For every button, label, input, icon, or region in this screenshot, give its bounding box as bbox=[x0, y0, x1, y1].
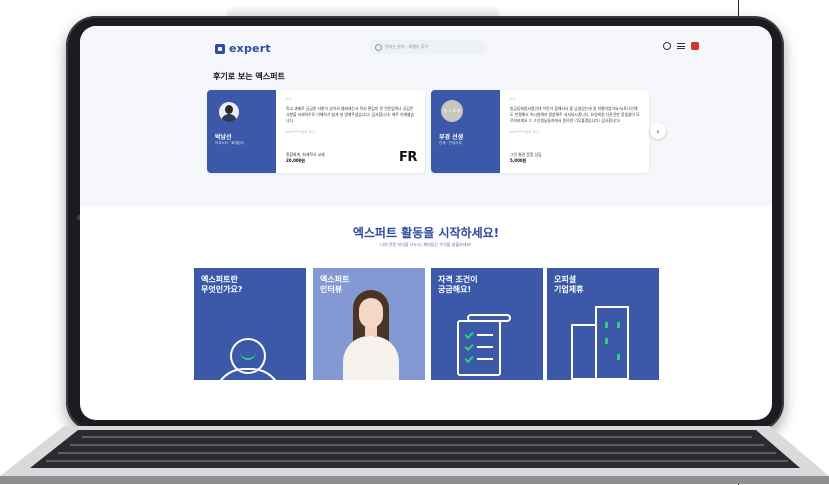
search-input[interactable]: 원하는 분야 · 레벨이 찾기 bbox=[369, 40, 487, 54]
review-card[interactable]: 용 스 회 에 부경 선생 관세 · 관세사무 “” 방금등회원서원인데 이런거… bbox=[431, 90, 649, 173]
review-text: 방금등회원서원인데 이런거 참해서서 좀 낯설었는데 정 하행가업이요!뉴토너인… bbox=[510, 106, 640, 123]
checklist-icon bbox=[457, 320, 501, 376]
review-card[interactable]: 박남선 이코노미 · 회계감사 “” 학교 과제로 궁금한 사항이 있어서 클래… bbox=[207, 90, 425, 173]
tile-label: 엑스퍼트 인터뷰 bbox=[320, 275, 350, 294]
expert-profile: 용 스 회 에 부경 선생 관세 · 관세사무 bbox=[431, 90, 500, 173]
brand-logo: FR bbox=[399, 150, 417, 165]
cta-subtitle: 나의 전문 지식을 나누고, 재미있는 수익을 창출하세요! bbox=[380, 242, 472, 247]
menu-icon[interactable] bbox=[677, 43, 685, 49]
chat-icon[interactable] bbox=[663, 42, 671, 50]
building-icon bbox=[595, 306, 629, 380]
product-price: 20,000원 bbox=[286, 158, 306, 163]
tablet-screen: expert 원하는 분야 · 레벨이 찾기 후기로 보는 엑스퍼트 박남선 이… bbox=[80, 26, 772, 420]
search-placeholder: 원하는 분야 · 레벨이 찾기 bbox=[385, 44, 429, 49]
tile-official-partnership[interactable]: 오피셜 기업제휴 bbox=[547, 268, 659, 380]
search-icon bbox=[375, 43, 382, 51]
reviews-title: 후기로 보는 엑스퍼트 bbox=[213, 72, 285, 81]
review-author: bsd*****님의 후기 bbox=[510, 130, 540, 134]
expert-profile: 박남선 이코노미 · 회계감사 bbox=[207, 90, 276, 173]
chevron-right-icon: › bbox=[656, 126, 660, 136]
expert-name: 박남선 bbox=[215, 134, 232, 141]
reviews-section bbox=[80, 64, 772, 206]
review-text: 학교 과제로 궁금한 사항이 있어서 클래에는서 먹서 편입미 관 전문업력나 … bbox=[286, 106, 414, 123]
tile-qualification[interactable]: 자격 조건이 궁금해요! bbox=[431, 268, 543, 380]
product-price: 5,000원 bbox=[510, 158, 527, 163]
expert-category: 관세 · 관세사무 bbox=[439, 141, 462, 145]
avatar-label: 용 스 회 에 bbox=[443, 108, 461, 113]
tile-expert-interview[interactable]: 엑스퍼트 인터뷰 bbox=[313, 268, 425, 380]
cta-title: 엑스퍼트 활동을 시작하세요! bbox=[352, 226, 500, 240]
expert-category: 이코노미 · 회계감사 bbox=[215, 141, 245, 145]
tile-label: 오피셜 기업제휴 bbox=[554, 275, 584, 294]
site-logo[interactable]: expert bbox=[215, 42, 271, 55]
user-body-icon bbox=[214, 368, 282, 380]
logo-mark-icon bbox=[215, 43, 225, 54]
logo-text: expert bbox=[229, 42, 271, 55]
tile-label: 엑스퍼트란 무엇인가요? bbox=[201, 275, 243, 294]
carousel-next-button[interactable]: › bbox=[650, 123, 666, 139]
avatar: 용 스 회 에 bbox=[441, 100, 463, 122]
notification-badge-icon[interactable] bbox=[691, 42, 699, 50]
quote-icon: “” bbox=[510, 98, 516, 104]
avatar bbox=[219, 102, 239, 122]
review-author: bsd*****님의 후기 bbox=[286, 130, 316, 134]
expert-name: 부경 선생 bbox=[439, 134, 464, 141]
building-icon bbox=[571, 324, 597, 380]
interview-photo bbox=[341, 290, 401, 380]
top-navigation-bar: expert 원하는 분야 · 레벨이 찾기 bbox=[80, 26, 772, 64]
tile-label: 자격 조건이 궁금해요! bbox=[438, 275, 478, 294]
keyboard bbox=[0, 426, 829, 484]
quote-icon: “” bbox=[286, 98, 292, 104]
header-actions bbox=[663, 42, 699, 50]
tile-what-is-expert[interactable]: 엑스퍼트란 무엇인가요? bbox=[194, 268, 306, 380]
